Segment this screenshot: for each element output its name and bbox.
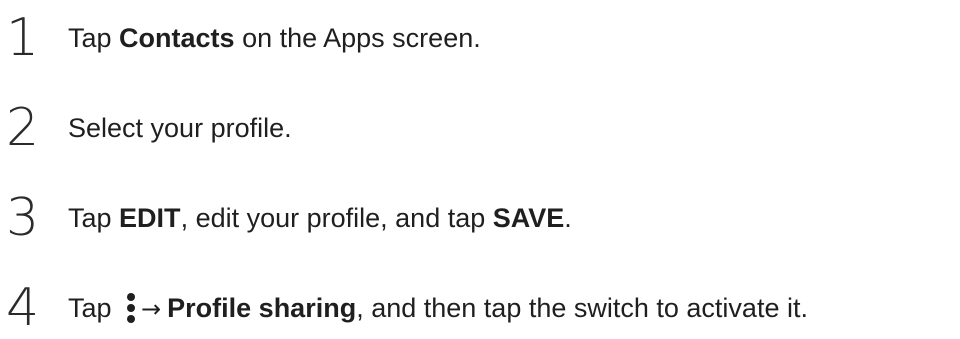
step-4: 4 Tap → Profile sharing, and then tap the… — [0, 278, 960, 338]
step-text-mid: , edit your profile, and tap — [180, 203, 493, 233]
step-text-pre: Tap — [68, 23, 120, 53]
step-2: 2 Select your profile. — [0, 98, 960, 158]
step-number: 2 — [6, 98, 40, 158]
step-number: 4 — [6, 278, 40, 338]
step-text-pre: Tap — [68, 203, 120, 233]
step-text: Tap → Profile sharing, and then tap the s… — [68, 278, 808, 339]
edit-label: EDIT — [119, 203, 181, 233]
step-text-pre: Tap — [68, 293, 120, 323]
step-text: Tap Contacts on the Apps screen. — [68, 8, 481, 68]
step-text-post: on the Apps screen. — [234, 23, 481, 53]
arrow-icon: → — [141, 295, 162, 323]
step-number: 3 — [6, 188, 40, 248]
step-3: 3 Tap EDIT, edit your profile, and tap S… — [0, 188, 960, 248]
step-text: Tap EDIT, edit your profile, and tap SAV… — [68, 188, 572, 248]
more-options-icon — [125, 293, 137, 323]
step-number: 1 — [6, 8, 40, 68]
save-label: SAVE — [492, 203, 565, 233]
step-1: 1 Tap Contacts on the Apps screen. — [0, 8, 960, 68]
profile-sharing-label: Profile sharing — [167, 293, 357, 323]
step-text-post: . — [564, 203, 572, 233]
step-text: Select your profile. — [68, 113, 292, 143]
contacts-label: Contacts — [119, 23, 235, 53]
step-text-post: , and then tap the switch to activate it… — [356, 293, 808, 323]
